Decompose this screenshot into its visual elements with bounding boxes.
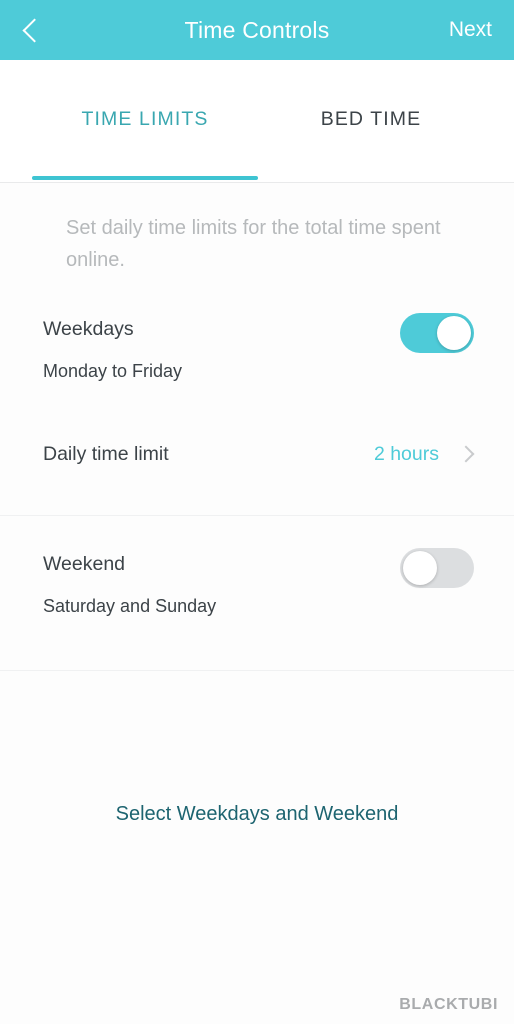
row-daily-time-limit-value: 2 hours <box>373 443 439 465</box>
content-area: Set daily time limits for the total time… <box>0 183 514 1024</box>
row-daily-time-limit[interactable]: Daily time limit 2 hours <box>0 428 514 488</box>
row-weekend-label: Weekend <box>43 553 126 575</box>
next-button[interactable]: Next <box>427 0 514 60</box>
select-days-row: Select Weekdays and Weekend <box>0 803 514 826</box>
app-screen: Time Controls Next TIME LIMITS BED TIME … <box>0 0 514 1024</box>
section-divider-1 <box>0 515 514 516</box>
row-weekend-sublabel: Saturday and Sunday <box>43 596 217 616</box>
chevron-left-icon <box>22 17 47 43</box>
tab-bed-time[interactable]: BED TIME <box>258 60 484 178</box>
tab-active-indicator <box>32 176 258 180</box>
app-header: Time Controls Next <box>0 0 514 60</box>
tab-bar: TIME LIMITS BED TIME <box>0 60 514 183</box>
toggle-knob <box>437 316 471 350</box>
watermark: BLACKTUBI <box>399 996 498 1013</box>
back-button[interactable] <box>0 0 64 60</box>
toggle-weekdays[interactable] <box>400 313 474 353</box>
row-daily-time-limit-label: Daily time limit <box>43 443 169 465</box>
row-weekdays-label: Weekdays <box>43 318 134 340</box>
intro-description: Set daily time limits for the total time… <box>66 217 441 271</box>
toggle-weekend[interactable] <box>400 548 474 588</box>
row-weekend[interactable]: Weekend Saturday and Sunday <box>0 538 514 628</box>
row-weekdays-sublabel: Monday to Friday <box>43 361 183 381</box>
chevron-right-icon <box>457 445 475 463</box>
toggle-knob <box>403 551 437 585</box>
select-weekdays-weekend-link[interactable]: Select Weekdays and Weekend <box>116 803 399 826</box>
row-weekdays[interactable]: Weekdays Monday to Friday <box>0 303 514 393</box>
tab-time-limits[interactable]: TIME LIMITS <box>32 60 258 178</box>
section-divider-2 <box>0 670 514 671</box>
